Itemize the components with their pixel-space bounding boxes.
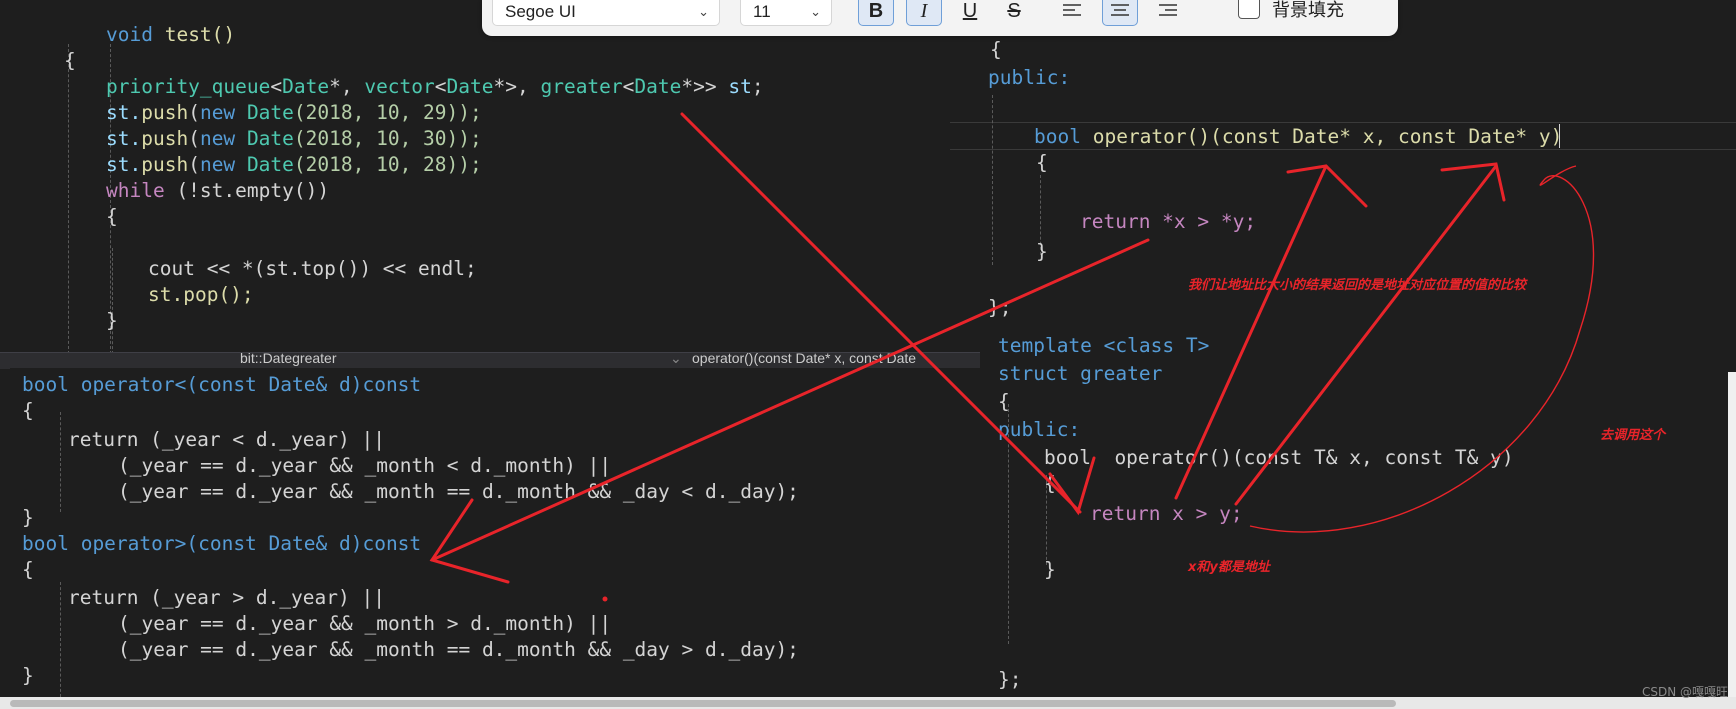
horizontal-scrollbar[interactable] [0, 697, 1736, 709]
annotation-arrow-line [430, 238, 1150, 562]
annotation-note-address-compare: 我们让地址比大小的结果返回的是地址对应位置的值的比较 [1188, 278, 1527, 293]
annotation-note-call-this: 去调用这个 [1600, 428, 1666, 443]
annotation-arrowhead [1286, 164, 1368, 208]
annotation-arrowhead [429, 498, 510, 584]
annotation-note-xy-addresses: x和y都是地址 [1188, 560, 1270, 575]
annotation-arrowhead [1048, 456, 1096, 516]
annotation-arrow-line [1234, 164, 1498, 506]
annotation-arrow-line [1174, 164, 1328, 500]
watermark: CSDN @嘎嘎旺 [1641, 685, 1728, 699]
annotation-arrow-line [680, 112, 1082, 514]
scrollbar-thumb[interactable] [10, 700, 1396, 707]
annotation-overlay [429, 112, 1595, 602]
annotation-dot [602, 596, 608, 602]
